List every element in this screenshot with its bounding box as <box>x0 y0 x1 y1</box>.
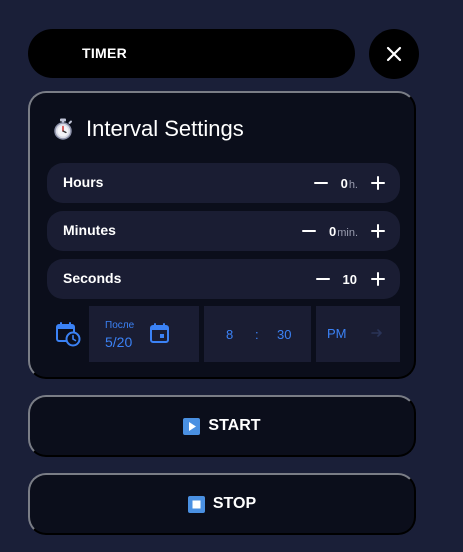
minus-icon <box>315 278 330 280</box>
date-value: 5/20 <box>105 334 133 350</box>
seconds-row: Seconds 10 <box>47 259 400 299</box>
seconds-number: 10 <box>342 271 357 287</box>
minutes-unit: min. <box>337 226 358 239</box>
minutes-increment-button[interactable] <box>366 219 390 243</box>
minutes-value[interactable]: 0 min. <box>329 224 358 239</box>
ampm-select[interactable]: PM <box>316 306 400 362</box>
time-field[interactable]: 8 : 30 <box>204 306 311 362</box>
minus-icon <box>301 230 316 232</box>
date-label: После <box>105 320 135 331</box>
minutes-label: Minutes <box>63 222 116 238</box>
seconds-value[interactable]: 10 <box>343 272 358 287</box>
hours-row: Hours 0 h. <box>47 163 400 203</box>
calendar-clock-icon <box>56 322 81 347</box>
stop-icon <box>187 495 205 513</box>
hours-number: 0 <box>340 175 348 191</box>
title-bar: TIMER <box>28 29 355 78</box>
seconds-stepper: 10 <box>311 259 390 299</box>
hours-increment-button[interactable] <box>366 171 390 195</box>
hours-value[interactable]: 0 h. <box>341 176 358 191</box>
start-label: START <box>208 417 261 434</box>
plus-icon <box>371 272 385 286</box>
arrow-right-icon <box>371 329 383 337</box>
plus-icon <box>371 224 385 238</box>
close-button[interactable] <box>369 29 419 79</box>
ampm-value: PM <box>327 326 347 341</box>
plus-icon <box>371 176 385 190</box>
close-icon <box>386 46 402 62</box>
hours-unit: h. <box>348 178 358 191</box>
hours-label: Hours <box>63 174 104 190</box>
app-title: TIMER <box>82 45 128 61</box>
minutes-row: Minutes 0 min. <box>47 211 400 251</box>
calendar-icon <box>150 323 169 343</box>
start-button[interactable]: START <box>28 395 416 457</box>
hours-decrement-button[interactable] <box>309 171 333 195</box>
hour-value[interactable]: 8 <box>226 327 233 342</box>
date-field[interactable]: После 5/20 <box>89 306 199 362</box>
interval-settings-panel: Interval Settings Hours 0 h. Minutes 0 min… <box>28 91 416 379</box>
hours-stepper: 0 h. <box>309 163 390 203</box>
stopwatch-icon <box>54 118 72 140</box>
schedule-toggle-button[interactable] <box>55 321 81 347</box>
stop-button[interactable]: STOP <box>28 473 416 535</box>
date-picker-button[interactable] <box>149 322 171 344</box>
minutes-decrement-button[interactable] <box>297 219 321 243</box>
play-icon <box>183 417 201 435</box>
schedule-row: После 5/20 8 : 30 PM <box>47 306 400 362</box>
seconds-decrement-button[interactable] <box>311 267 335 291</box>
minutes-number: 0 <box>328 223 337 239</box>
panel-header: Interval Settings <box>52 116 244 142</box>
minus-icon <box>313 182 328 184</box>
seconds-increment-button[interactable] <box>366 267 390 291</box>
panel-title: Interval Settings <box>86 116 244 141</box>
minutes-stepper: 0 min. <box>297 211 390 251</box>
minute-value[interactable]: 30 <box>277 327 291 342</box>
seconds-label: Seconds <box>63 270 122 286</box>
stop-label: STOP <box>212 495 257 512</box>
time-separator: : <box>255 327 259 342</box>
